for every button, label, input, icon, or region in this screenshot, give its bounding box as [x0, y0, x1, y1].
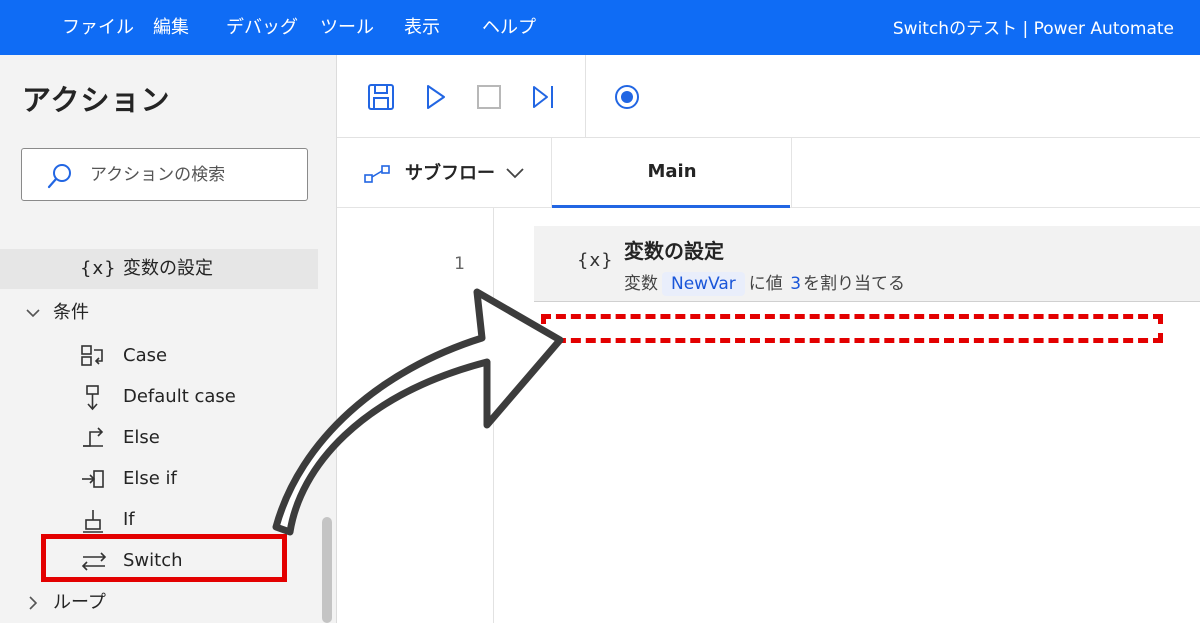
window-title: Switchのテスト | Power Automate [892, 19, 1174, 39]
action-item-case[interactable]: Case [0, 336, 318, 376]
flow-canvas[interactable]: {x} 変数の設定 変数 NewVar に値 3 を割り当てる [494, 208, 1200, 623]
line-number-gutter: 1 [337, 208, 494, 623]
action-item-set-variable[interactable]: {x} 変数の設定 [0, 249, 318, 289]
subflow-icon [364, 165, 390, 183]
action-item-label: Else if [123, 468, 177, 489]
action-search-box[interactable] [21, 148, 308, 201]
chevron-right-icon [29, 596, 38, 610]
action-item-else-if[interactable]: Else if [0, 459, 318, 499]
step-description: 変数 NewVar に値 3 を割り当てる [624, 269, 905, 296]
group-label: 条件 [53, 302, 89, 323]
step-title: 変数の設定 [624, 239, 724, 263]
toolbar-divider [585, 55, 586, 138]
step-value: 3 [790, 274, 802, 294]
subflows-dropdown[interactable]: サブフロー [337, 138, 552, 207]
action-item-label: Case [123, 345, 168, 366]
action-search-input[interactable] [88, 159, 302, 191]
subflows-label: サブフロー [405, 163, 495, 184]
default-case-icon [86, 385, 99, 411]
flow-step-set-variable[interactable]: {x} 変数の設定 変数 NewVar に値 3 を割り当てる [534, 226, 1200, 302]
step-desc-suffix: を割り当てる [803, 274, 906, 294]
menu-help[interactable]: ヘルプ [482, 15, 536, 41]
line-number: 1 [454, 254, 465, 274]
else-icon [83, 427, 104, 447]
menu-file[interactable]: ファイル [62, 15, 134, 41]
designer-toolbar [337, 55, 1200, 138]
chevron-down-icon [506, 168, 524, 179]
action-item-label: If [123, 509, 135, 530]
group-label: ループ [53, 592, 106, 613]
menu-tools[interactable]: ツール [320, 15, 374, 41]
menu-debug[interactable]: デバッグ [226, 15, 298, 41]
drop-target-placeholder[interactable] [541, 314, 1163, 343]
action-item-label: Switch [123, 550, 183, 571]
subflow-tab-bar: サブフロー Main [337, 138, 1200, 208]
action-item-label: 変数の設定 [123, 258, 213, 279]
action-item-switch[interactable]: Switch [0, 541, 318, 581]
switch-icon [81, 552, 107, 571]
run-icon[interactable] [419, 81, 451, 113]
record-icon[interactable] [611, 81, 643, 113]
group-loops[interactable]: ループ [0, 583, 318, 623]
actions-pane-title: アクション [22, 83, 171, 117]
action-item-else[interactable]: Else [0, 418, 318, 458]
action-item-label: Else [123, 427, 160, 448]
step-desc-middle: に値 [748, 274, 783, 294]
action-item-if[interactable]: If [0, 500, 318, 540]
step-desc-prefix: 変数 [624, 274, 658, 294]
case-icon [81, 345, 103, 366]
stop-icon[interactable] [473, 81, 505, 113]
run-next-action-icon[interactable] [527, 81, 559, 113]
search-icon [47, 164, 71, 189]
if-icon [83, 510, 103, 533]
menu-bar: ファイル 編集 デバッグ ツール 表示 ヘルプ Switchのテスト | Pow… [0, 0, 1200, 55]
menu-view[interactable]: 表示 [404, 15, 440, 41]
variable-icon: {x} [577, 250, 614, 271]
chevron-down-icon [26, 309, 40, 318]
action-item-label: Default case [123, 386, 236, 407]
group-conditions[interactable]: 条件 [0, 293, 318, 333]
menu-edit[interactable]: 編集 [153, 15, 189, 41]
actions-scrollbar-thumb[interactable] [322, 517, 332, 623]
action-item-default-case[interactable]: Default case [0, 377, 318, 417]
else-if-icon [82, 470, 104, 488]
variable-icon: {x} [80, 258, 117, 279]
variable-chip: NewVar [662, 272, 745, 296]
tab-main[interactable]: Main [552, 138, 792, 208]
save-icon[interactable] [365, 81, 397, 113]
actions-pane: アクション {x} 変数の設定 条件 Case Defaul [0, 55, 337, 623]
tab-main-label: Main [647, 161, 697, 182]
